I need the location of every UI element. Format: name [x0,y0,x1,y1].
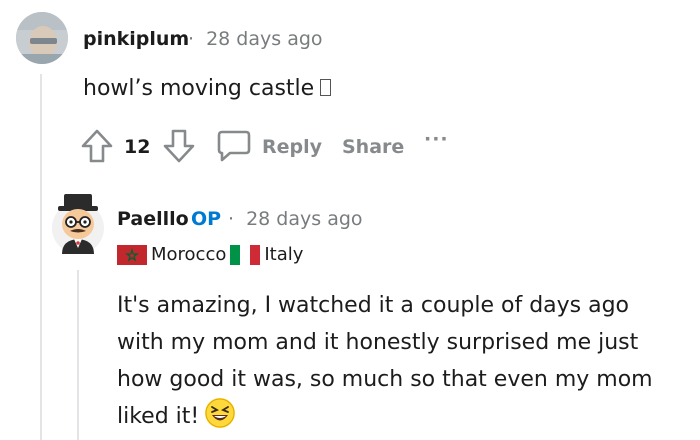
reply-text-line: It's amazing, I watched it a couple of d… [117,293,630,318]
avatar[interactable] [50,188,106,268]
more-icon: ··· [424,128,449,150]
username[interactable]: pinkiplum [83,28,189,50]
downvote-button[interactable] [162,128,196,164]
italy-flag-icon [230,244,261,265]
morocco-flag-icon [117,244,147,265]
user-flair: Morocco Italy [117,244,303,265]
vote-count: 12 [124,136,151,158]
upvote-button[interactable] [80,128,114,164]
reply-text-line-last: liked it! [117,398,653,435]
flair-country-2: Italy [264,244,304,265]
reply-text-line: with my mom and it honestly surprised me… [117,330,639,355]
more-options-button[interactable]: ··· [424,128,449,150]
reply-text: It's amazing, I watched it a couple of d… [117,287,653,435]
comment-icon [217,130,251,162]
flair-country-1: Morocco [151,244,227,265]
reply-text-line: how good it was, so much so that even my… [117,367,653,392]
downvote-icon [163,129,195,163]
share-button[interactable]: Share [342,136,404,158]
reply-button[interactable]: Reply [216,128,326,168]
thread-line-main[interactable] [40,74,42,440]
missing-glyph-icon [320,79,332,96]
op-badge: OP [191,208,222,230]
thread-line-reply[interactable] [77,270,79,440]
comment-meta: · 28 days ago [188,28,323,50]
reply-meta: · 28 days ago [228,208,363,230]
avatar[interactable] [16,12,68,64]
timestamp[interactable]: 28 days ago [206,28,322,50]
meta-separator: · [188,28,195,50]
reply-username[interactable]: Paelllo [117,208,189,230]
comment-text: howl’s moving castle [83,70,332,107]
upvote-icon [81,129,113,163]
comment-text-content: howl’s moving castle [83,76,315,101]
meta-separator: · [228,208,235,230]
reply-label: Reply [262,136,323,158]
timestamp[interactable]: 28 days ago [246,208,362,230]
laughing-emoji-icon [205,398,236,428]
